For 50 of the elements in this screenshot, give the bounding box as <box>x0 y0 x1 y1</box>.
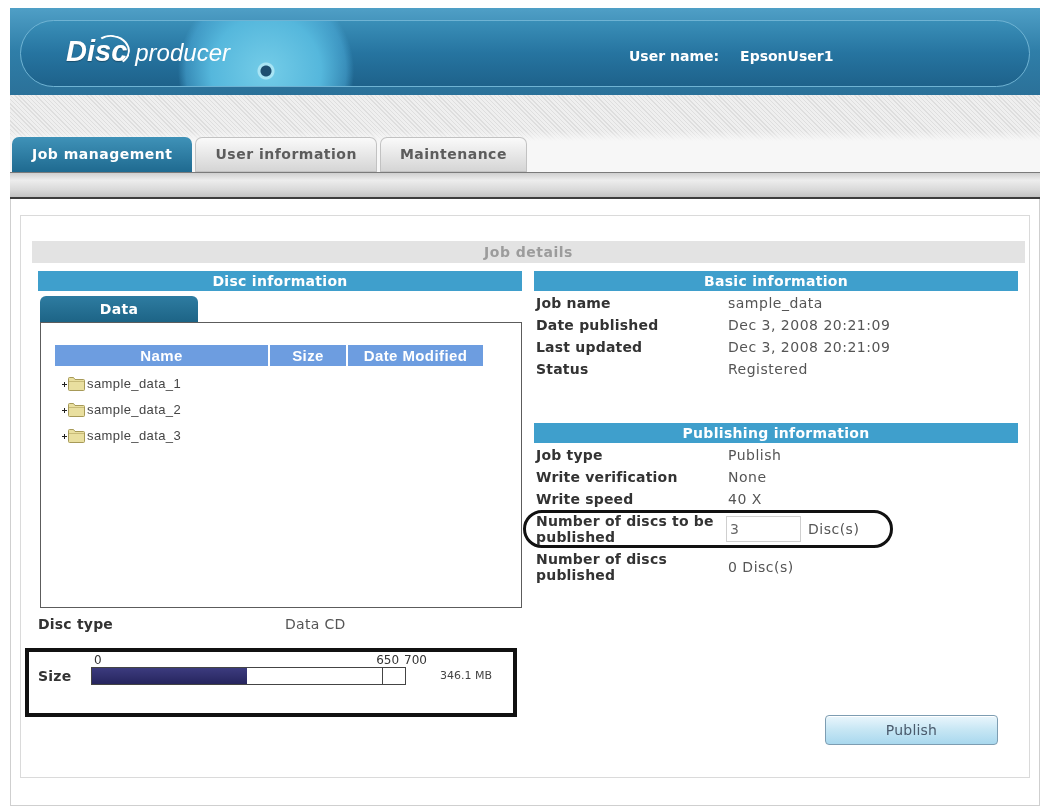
nav-tab[interactable]: Job management <box>12 137 193 172</box>
column-header[interactable]: Size <box>270 345 346 366</box>
field-label: Number of discs published <box>535 551 668 583</box>
scale-label: 0 <box>93 654 102 667</box>
scale-label: 700 <box>404 654 427 667</box>
field-value: 0 Disc(s) <box>728 559 794 575</box>
user-name-label: User name: <box>629 47 720 65</box>
field-value: None <box>728 469 767 485</box>
field-label: Date published <box>535 317 660 333</box>
folder-icon <box>68 429 85 443</box>
field-label: Write verification <box>535 469 679 485</box>
field-label: Last updated <box>535 339 644 355</box>
logo-text: producer <box>135 37 230 68</box>
tree-item[interactable]: sample_data_2 <box>87 402 182 418</box>
unit-label: Disc(s) <box>808 521 860 537</box>
field-label: Disc type <box>38 615 115 633</box>
column-header[interactable]: Name <box>55 345 268 366</box>
nav-tab[interactable]: User information <box>195 137 377 172</box>
expand-icon[interactable] <box>62 381 67 387</box>
field-label: Write speed <box>535 491 635 507</box>
tree-item[interactable]: sample_data_3 <box>87 428 182 444</box>
section-header: Disc information <box>38 271 522 291</box>
scale-label: 650 <box>376 654 400 667</box>
field-value: Data CD <box>285 615 346 633</box>
copies-input[interactable]: 3 <box>726 516 801 542</box>
section-header: Publishing information <box>534 423 1018 443</box>
folder-icon <box>68 377 85 391</box>
field-value: Dec 3, 2008 20:21:09 <box>728 317 891 333</box>
column-header[interactable]: Date Modified <box>348 345 483 366</box>
field-value: sample_data <box>728 295 823 311</box>
field-label: Number of discs to be published <box>535 513 715 545</box>
content-tab[interactable]: Data <box>40 296 198 322</box>
field-value: Publish <box>728 447 782 463</box>
expand-icon[interactable] <box>62 433 67 439</box>
expand-icon[interactable] <box>62 407 67 413</box>
field-label: Job type <box>534 447 604 463</box>
section-header: Basic information <box>534 271 1018 291</box>
field-value: Dec 3, 2008 20:21:09 <box>728 339 891 355</box>
publish-button[interactable]: Publish <box>825 715 998 745</box>
field-value: 40 X <box>728 491 762 507</box>
tree-item[interactable]: sample_data_1 <box>87 376 182 392</box>
meter-reading: 346.1 MB <box>440 669 493 683</box>
user-name-value: EpsonUser1 <box>740 47 834 65</box>
field-value: Registered <box>728 361 808 377</box>
field-label: Status <box>535 361 590 377</box>
field-label: Job name <box>534 295 612 311</box>
folder-icon <box>68 403 85 417</box>
nav-tab[interactable]: Maintenance <box>379 137 527 172</box>
panel-title: Job details <box>32 241 1025 263</box>
field-label: Size <box>38 667 73 685</box>
